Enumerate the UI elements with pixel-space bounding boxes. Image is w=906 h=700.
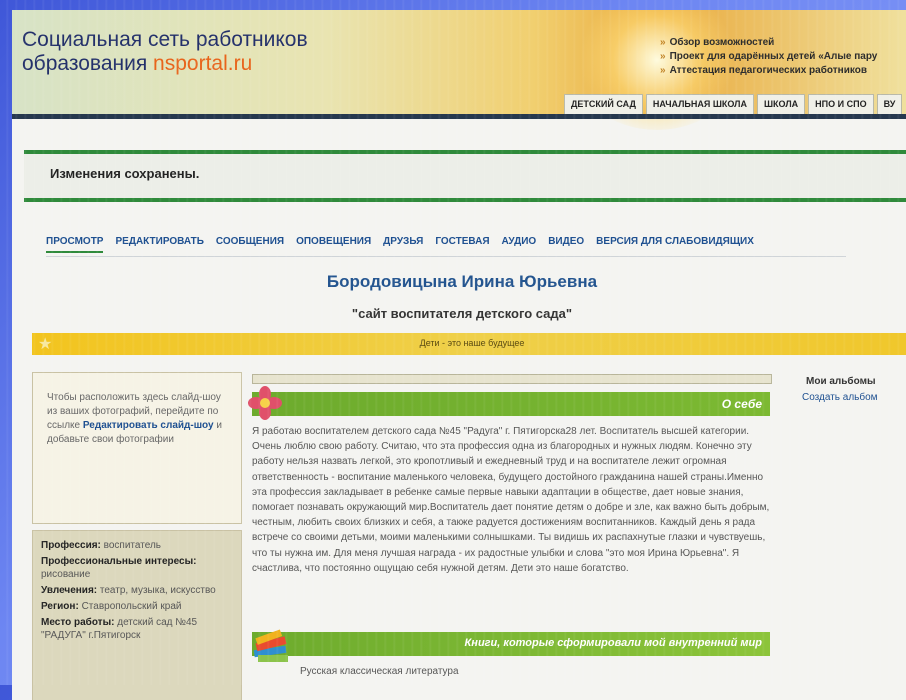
logo-line-2-text: образования [22,52,148,75]
books-item: Русская классическая литература [300,666,459,677]
site-subtitle: "сайт воспитателя детского сада" [351,306,573,321]
tab-view[interactable]: ПРОСМОТР [46,236,104,253]
bullet-icon: » [660,37,666,48]
books-icon [253,629,288,662]
top-link-label: Обзор возможностей [669,37,775,48]
bullet-icon: » [660,51,666,62]
info-key: Увлечения: [41,585,98,596]
logo-brand: nsportal.ru [153,52,253,75]
bullet-icon: » [660,65,666,76]
top-links: » Обзор возможностей » Проект для одарённы… [660,36,877,78]
info-value: Ставропольский край [81,601,182,612]
notice-text: Изменения сохранены. [50,166,200,181]
tabs-divider [46,256,846,257]
slideshow-hint: Чтобы расположить здесь слайд-шоу из ваш… [47,391,229,447]
top-link-overview[interactable]: » Обзор возможностей [660,36,877,50]
info-value: воспитатель [103,540,161,551]
tab-messages[interactable]: СООБЩЕНИЯ [216,236,284,253]
info-row-profession: Профессия: воспитатель [41,539,235,552]
books-heading: Книги, которые сформировали мой внутренн… [464,637,762,649]
logo-line-1: Социальная сеть работников [22,28,308,51]
slideshow-placeholder: Чтобы расположить здесь слайд-шоу из ваш… [32,372,242,524]
profile-info: Профессия: воспитатель Профессиональные … [32,530,242,700]
info-key: Профессия: [41,540,101,551]
info-value: рисование [41,569,91,580]
top-link-attestation[interactable]: » Аттестация педагогических работников [660,64,877,78]
tab-edit[interactable]: РЕДАКТИРОВАТЬ [115,236,203,253]
create-album-link[interactable]: Создать альбом [802,392,878,403]
flower-icon [248,386,282,420]
about-text: Я работаю воспитателем детского сада №45… [252,426,770,574]
info-value: театр, музыка, искусство [99,585,216,596]
tab-accessible-version[interactable]: ВЕРСИЯ ДЛЯ СЛАБОВИДЯЩИХ [596,236,754,253]
motto-text: Дети - это наше будущее [419,338,525,348]
top-link-label: Аттестация педагогических работников [669,65,867,76]
motto-banner: ★ Дети - это наше будущее [32,333,906,355]
albums-title: Мои альбомы [806,376,876,387]
info-row-region: Регион: Ставропольский край [41,600,235,613]
section-tabs: ДЕТСКИЙ САД НАЧАЛЬНАЯ ШКОЛА ШКОЛА НПО И … [564,94,905,117]
site-header: Социальная сеть работников образования n… [12,10,906,130]
info-row-workplace: Место работы: детский сад №45 "РАДУГА" г… [41,616,235,642]
status-notice: Изменения сохранены. [24,150,906,202]
browser-page: Социальная сеть работников образования n… [12,10,906,700]
edit-slideshow-link[interactable]: Редактировать слайд-шоу [83,420,214,431]
top-link-label: Проект для одарённых детей «Алые пару [669,51,878,62]
tab-audio[interactable]: АУДИО [502,236,537,253]
slideshow-strip [252,374,772,384]
tab-friends[interactable]: ДРУЗЬЯ [383,236,423,253]
page-title: Бородовицына Ирина Юрьевна [326,272,598,291]
tab-notifications[interactable]: ОПОВЕЩЕНИЯ [296,236,371,253]
info-key: Регион: [41,601,79,612]
profile-tabs: ПРОСМОТР РЕДАКТИРОВАТЬ СООБЩЕНИЯ ОПОВЕЩЕ… [46,236,766,253]
books-header: Книги, которые сформировали мой внутренн… [252,632,770,656]
site-logo-title[interactable]: Социальная сеть работников образования n… [22,28,308,76]
logo-line-2: образования nsportal.ru [22,52,308,76]
header-divider [12,114,906,119]
about-heading: О себе [721,397,762,411]
info-key: Профессиональные интересы: [41,556,197,567]
info-row-hobbies: Увлечения: театр, музыка, искусство [41,584,235,597]
about-header: О себе [252,392,770,416]
tab-guestbook[interactable]: ГОСТЕВАЯ [435,236,489,253]
top-link-gifted[interactable]: » Проект для одарённых детей «Алые пару [660,50,877,64]
info-row-interests: Профессиональные интересы: рисование [41,555,235,581]
info-key: Место работы: [41,617,115,628]
tab-video[interactable]: ВИДЕО [548,236,584,253]
